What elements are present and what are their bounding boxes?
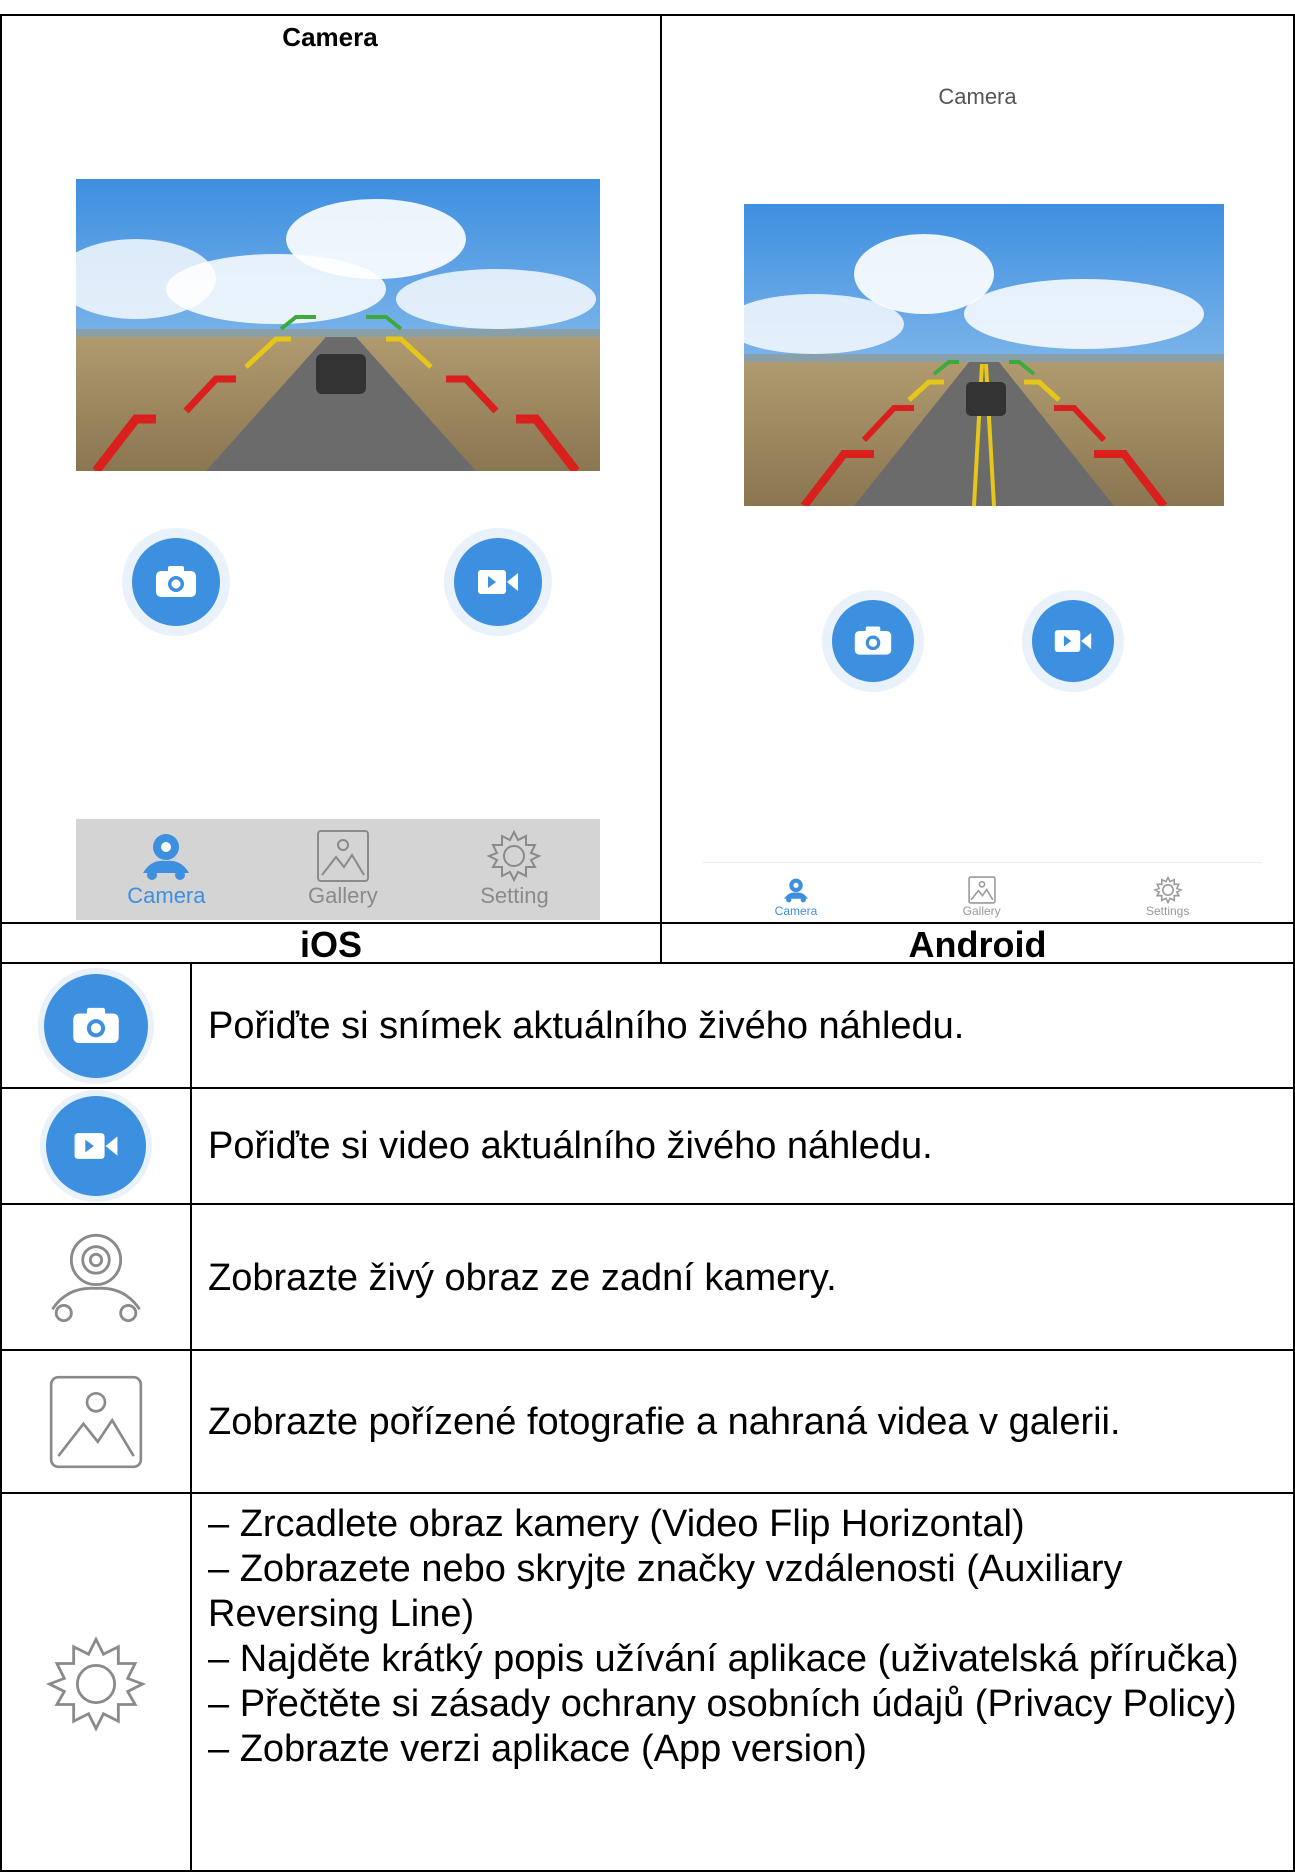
settings-item-app-version: – Zobrazte verzi aplikace (App version) — [208, 1728, 867, 1770]
ios-tab-gallery[interactable]: Gallery — [308, 829, 378, 909]
android-page-title: Camera — [938, 84, 1017, 109]
live-preview-image — [76, 179, 600, 471]
ios-camera-preview — [76, 179, 600, 471]
android-tab-camera-label: Camera — [774, 904, 818, 918]
gear-icon — [1152, 876, 1183, 904]
ios-tab-setting[interactable]: Setting — [480, 829, 549, 909]
android-tab-bar: Camera Gallery Settings — [702, 862, 1262, 920]
camera-car-icon — [143, 834, 190, 880]
settings-item-guide-lines: – Zobrazete nebo skryjte značky vzdáleno… — [208, 1548, 1123, 1635]
gallery-icon — [316, 830, 369, 882]
settings-item-privacy-policy: – Přečtěte si zásady ochrany osobních úd… — [208, 1683, 1237, 1725]
ios-tab-camera[interactable]: Camera — [127, 829, 206, 909]
android-tab-settings[interactable]: Settings — [1146, 876, 1189, 918]
legend-row-live-text: Zobrazte živý obraz ze zadní kamery. — [208, 1257, 837, 1299]
android-tab-camera[interactable]: Camera — [774, 876, 818, 918]
settings-item-mirror: – Zrcadlete obraz kamery (Video Flip Hor… — [208, 1503, 1025, 1545]
photo-button-icon — [44, 973, 148, 1078]
android-photo-button[interactable] — [832, 600, 914, 682]
gallery-icon — [49, 1375, 143, 1468]
camera-icon — [854, 626, 892, 655]
instructions-table: Camera Camera Gallery Setting Camera Cam… — [0, 14, 1295, 1872]
video-camera-icon — [1054, 630, 1092, 652]
legend-row-gallery-icon — [2, 1351, 190, 1492]
legend-row-settings-text: – Zrcadlete obraz kamery (Video Flip Hor… — [208, 1502, 1278, 1772]
android-caption: Android — [908, 924, 1047, 965]
camera-car-icon — [51, 1233, 141, 1323]
ios-tab-camera-label: Camera — [127, 883, 206, 908]
ios-caption: iOS — [299, 924, 362, 965]
android-tab-gallery[interactable]: Gallery — [963, 876, 1001, 918]
camera-icon — [156, 566, 196, 597]
settings-item-user-guide: – Najděte krátký popis užívání aplikace … — [208, 1638, 1239, 1680]
gear-icon — [45, 1636, 147, 1732]
legend-row-video-icon — [2, 1089, 190, 1203]
legend-row-video-text: Pořiďte si video aktuálního živého náhle… — [208, 1125, 933, 1167]
android-screenshot: Camera Camera Gallery Settings — [662, 16, 1293, 920]
gear-icon — [486, 829, 542, 883]
ios-tab-bar: Camera Gallery Setting — [76, 819, 600, 920]
ios-tab-setting-label: Setting — [480, 883, 549, 908]
live-preview-image — [744, 204, 1224, 506]
ios-photo-button[interactable] — [132, 538, 220, 626]
android-video-button[interactable] — [1032, 600, 1114, 682]
legend-row-gallery-text: Zobrazte pořízené fotografie a nahraná v… — [208, 1401, 1121, 1443]
legend-row-live-icon — [2, 1205, 190, 1349]
android-tab-gallery-label: Gallery — [962, 904, 1001, 918]
video-camera-icon — [478, 570, 518, 594]
video-button-icon — [46, 1096, 146, 1196]
ios-video-button[interactable] — [454, 538, 542, 626]
camera-car-icon — [784, 878, 808, 903]
gallery-icon — [967, 876, 996, 904]
ios-page-title: Camera — [282, 22, 378, 52]
legend-row-photo-text: Pořiďte si snímek aktuálního živého náhl… — [208, 1005, 965, 1047]
legend-row-settings-icon — [2, 1494, 190, 1872]
ios-screenshot: Camera Camera Gallery Setting — [2, 16, 658, 920]
ios-tab-gallery-label: Gallery — [308, 883, 378, 908]
android-camera-preview — [744, 204, 1224, 506]
legend-row-photo-icon — [2, 964, 190, 1087]
android-tab-settings-label: Settings — [1145, 904, 1190, 918]
